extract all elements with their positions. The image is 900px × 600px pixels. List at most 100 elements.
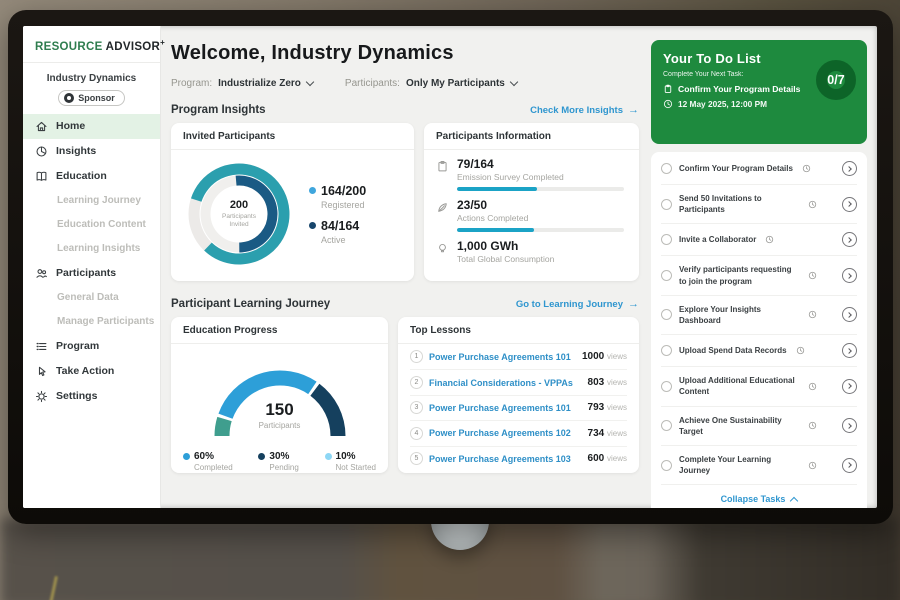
task-list: Confirm Your Program Details Send 50 Inv… <box>651 152 867 508</box>
sidebar-item-manage-participants[interactable]: Manage Participants <box>23 310 160 334</box>
task-label: Verify participants requesting to join t… <box>679 264 799 286</box>
lesson-views: 803 <box>588 377 605 388</box>
task-row-upload-educational-content[interactable]: Upload Additional Educational Content <box>661 366 857 405</box>
task-open-button[interactable] <box>842 161 857 176</box>
sidebar: RESOURCE ADVISOR+ Industry Dynamics Spon… <box>23 26 161 508</box>
task-open-button[interactable] <box>842 268 857 283</box>
lesson-views: 600 <box>588 453 605 464</box>
sidebar-item-label: Participants <box>56 267 116 279</box>
legend-item-completed: 60% Completed <box>183 451 233 472</box>
chevron-right-icon <box>846 166 852 172</box>
task-open-button[interactable] <box>842 458 857 473</box>
task-checkbox[interactable] <box>661 381 672 392</box>
task-checkbox[interactable] <box>661 234 672 245</box>
sidebar-item-settings[interactable]: Settings <box>23 384 160 409</box>
task-checkbox[interactable] <box>661 309 672 320</box>
program-select[interactable]: Program: Industrialize Zero <box>171 78 313 89</box>
sidebar-item-insights[interactable]: Insights <box>23 139 160 164</box>
task-open-button[interactable] <box>842 232 857 247</box>
card-title: Top Lessons <box>398 317 639 344</box>
info-row-emission-survey: 79/164 Emission Survey Completed <box>436 157 627 191</box>
task-checkbox[interactable] <box>661 163 672 174</box>
collapse-label: Collapse Tasks <box>721 494 786 504</box>
task-row-achieve-target[interactable]: Achieve One Sustainability Target <box>661 406 857 445</box>
invited-donut-chart: 200 Participants Invited 164/200 Registe… <box>171 150 414 278</box>
task-row-send-invitations[interactable]: Send 50 Invitations to Participants <box>661 184 857 223</box>
sidebar-item-general-data[interactable]: General Data <box>23 286 160 310</box>
gauge-center-value: 150 <box>195 400 365 420</box>
sidebar-item-education[interactable]: Education <box>23 164 160 189</box>
top-lessons-card: Top Lessons 1 Power Purchase Agreements … <box>398 317 639 473</box>
info-label: Actions Completed <box>457 213 624 223</box>
clipboard-icon <box>436 160 449 173</box>
task-open-button[interactable] <box>842 379 857 394</box>
sidebar-item-education-content[interactable]: Education Content <box>23 213 160 237</box>
legend-label: Completed <box>194 463 233 472</box>
lesson-link[interactable]: Power Purchase Agreements 103 <box>429 454 582 464</box>
sponsor-icon <box>64 93 74 103</box>
sidebar-item-learning-journey[interactable]: Learning Journey <box>23 189 160 213</box>
home-icon <box>35 120 48 133</box>
lesson-link[interactable]: Power Purchase Agreements 101 <box>429 352 576 362</box>
task-label: Send 50 Invitations to Participants <box>679 193 799 215</box>
lesson-link[interactable]: Power Purchase Agreements 101 <box>429 403 582 413</box>
section-title: Program Insights <box>171 104 266 116</box>
gauge-svg <box>195 352 365 444</box>
task-row-confirm-program[interactable]: Confirm Your Program Details <box>661 153 857 184</box>
todo-next-task: Confirm Your Program Details <box>663 84 801 94</box>
lesson-link[interactable]: Financial Considerations - VPPAs <box>429 378 582 388</box>
sidebar-item-take-action[interactable]: Take Action <box>23 359 160 384</box>
task-open-button[interactable] <box>842 418 857 433</box>
lesson-row: 3 Power Purchase Agreements 101 793 view… <box>410 395 627 420</box>
card-title: Invited Participants <box>171 123 414 150</box>
info-label: Total Global Consumption <box>457 254 554 264</box>
chevron-right-icon <box>846 273 852 279</box>
task-row-verify-participants[interactable]: Verify participants requesting to join t… <box>661 255 857 294</box>
chevron-right-icon <box>846 462 852 468</box>
task-checkbox[interactable] <box>661 460 672 471</box>
participants-info-body: 79/164 Emission Survey Completed 23/50 A… <box>424 150 639 278</box>
clock-icon <box>808 310 817 319</box>
task-open-button[interactable] <box>842 197 857 212</box>
lesson-row: 2 Financial Considerations - VPPAs 803 v… <box>410 369 627 394</box>
education-progress-card: Education Progress 150 Participants <box>171 317 388 473</box>
list-icon <box>35 340 48 353</box>
task-checkbox[interactable] <box>661 270 672 281</box>
sidebar-item-participants[interactable]: Participants <box>23 261 160 286</box>
legend-value: 164/200 <box>321 184 366 198</box>
check-more-insights-link[interactable]: Check More Insights → <box>530 104 639 116</box>
legend-dot <box>309 222 316 229</box>
task-checkbox[interactable] <box>661 345 672 356</box>
go-to-learning-journey-link[interactable]: Go to Learning Journey → <box>516 298 639 310</box>
app-logo: RESOURCE ADVISOR+ <box>23 26 160 63</box>
task-row-invite-collaborator[interactable]: Invite a Collaborator <box>661 223 857 255</box>
todo-counter: 0/7 <box>827 73 844 87</box>
section-title: Participant Learning Journey <box>171 298 330 310</box>
arrow-right-icon: → <box>628 104 639 116</box>
task-row-complete-learning-journey[interactable]: Complete Your Learning Journey <box>661 445 857 484</box>
clock-icon <box>796 346 805 355</box>
info-value: 1,000 GWh <box>457 239 554 253</box>
sidebar-item-learning-insights[interactable]: Learning Insights <box>23 237 160 261</box>
clock-icon <box>663 99 673 109</box>
program-insights-header: Program Insights Check More Insights → <box>171 104 639 116</box>
sidebar-item-program[interactable]: Program <box>23 334 160 359</box>
participants-select[interactable]: Participants: Only My Participants <box>345 78 517 89</box>
leaf-icon <box>436 201 449 214</box>
chevron-right-icon <box>846 423 852 429</box>
sidebar-item-home[interactable]: Home <box>23 114 160 139</box>
sidebar-item-label: Education <box>56 170 107 182</box>
task-checkbox[interactable] <box>661 199 672 210</box>
collapse-tasks-link[interactable]: Collapse Tasks <box>661 484 857 508</box>
lesson-views: 1000 <box>582 351 604 362</box>
legend-label: Active <box>321 235 366 245</box>
task-open-button[interactable] <box>842 343 857 358</box>
gear-icon <box>35 390 48 403</box>
sidebar-item-label: Manage Participants <box>57 316 154 327</box>
task-row-explore-insights[interactable]: Explore Your Insights Dashboard <box>661 295 857 334</box>
lesson-link[interactable]: Power Purchase Agreements 102 <box>429 428 582 438</box>
task-checkbox[interactable] <box>661 420 672 431</box>
task-open-button[interactable] <box>842 307 857 322</box>
task-row-upload-spend-data[interactable]: Upload Spend Data Records <box>661 334 857 366</box>
donut-center-value: 200 <box>230 199 248 211</box>
